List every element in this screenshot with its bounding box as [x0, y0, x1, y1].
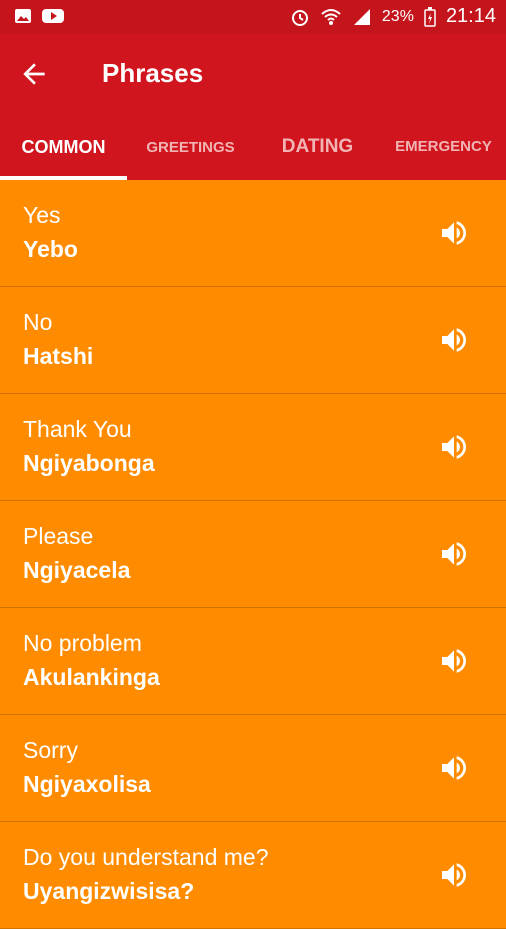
phrase-zulu: Ngiyabonga [23, 450, 155, 476]
phrase-row[interactable]: No Hatshi [0, 287, 506, 394]
tab-greetings[interactable]: GREETINGS [127, 114, 254, 180]
speaker-icon[interactable] [438, 859, 470, 891]
alarm-icon [291, 9, 308, 26]
speaker-icon[interactable] [438, 324, 470, 356]
youtube-notification-icon [42, 9, 64, 23]
speaker-icon[interactable] [438, 217, 470, 249]
battery-charging-icon [424, 6, 436, 27]
clock: 21:14 [445, 5, 496, 27]
status-bar: 23% 21:14 [0, 0, 506, 34]
phrase-english: Thank You [23, 416, 132, 442]
tab-emergency[interactable]: EMERGENCY [381, 114, 506, 180]
phrase-english: No [23, 309, 53, 335]
phrase-english: No problem [23, 630, 142, 656]
gallery-notification-icon [15, 9, 31, 23]
tab-common[interactable]: COMMON [0, 114, 127, 180]
phrase-english: Sorry [23, 737, 78, 763]
phrase-row[interactable]: Yes Yebo [0, 180, 506, 287]
phrase-row[interactable]: Do you understand me? Uyangizwisisa? [0, 822, 506, 929]
phrase-zulu: Yebo [23, 236, 78, 262]
back-arrow-icon[interactable] [18, 58, 50, 90]
speaker-icon[interactable] [438, 538, 470, 570]
phrase-zulu: Ngiyacela [23, 557, 131, 583]
tab-dating[interactable]: DATING [254, 114, 381, 180]
speaker-icon[interactable] [438, 431, 470, 463]
phrase-zulu: Ngiyaxolisa [23, 771, 151, 797]
app-bar: Phrases [0, 34, 506, 114]
phrase-row[interactable]: Thank You Ngiyabonga [0, 394, 506, 501]
phrase-row[interactable]: No problem Akulankinga [0, 608, 506, 715]
speaker-icon[interactable] [438, 645, 470, 677]
phrase-english: Do you understand me? [23, 844, 269, 870]
phrase-zulu: Akulankinga [23, 664, 160, 690]
speaker-icon[interactable] [438, 752, 470, 784]
phrase-list: Yes Yebo No Hatshi Thank You Ngiyabonga … [0, 180, 506, 929]
phrase-english: Yes [23, 202, 61, 228]
page-title: Phrases [102, 58, 204, 88]
phrase-zulu: Hatshi [23, 343, 94, 369]
wifi-icon [321, 8, 341, 25]
phrase-row[interactable]: Sorry Ngiyaxolisa [0, 715, 506, 822]
phrase-english: Please [23, 523, 94, 549]
phrase-zulu: Uyangizwisisa? [23, 878, 195, 904]
battery-percentage: 23% [381, 7, 414, 25]
phrase-row[interactable]: Please Ngiyacela [0, 501, 506, 608]
signal-icon [353, 8, 370, 25]
tab-bar: COMMON GREETINGS DATING EMERGENCY [0, 114, 506, 180]
